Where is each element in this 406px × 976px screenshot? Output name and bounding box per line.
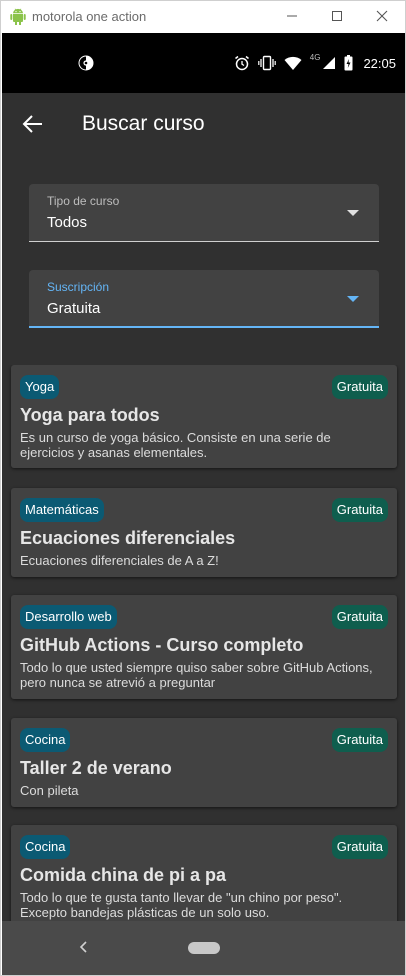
price-chip: Gratuita — [331, 498, 388, 522]
category-chip: Desarrollo web — [20, 605, 117, 629]
course-description: Todo lo que usted siempre quiso saber so… — [20, 660, 373, 690]
status-icons: 4G 22:05 — [234, 53, 396, 73]
price-chip: Gratuita — [331, 835, 388, 859]
course-type-value: Todos — [47, 214, 88, 231]
battery-icon — [344, 55, 353, 71]
price-chip: Gratuita — [331, 375, 388, 399]
network-type: 4G — [309, 52, 321, 62]
category-chip: Cocina — [20, 728, 71, 752]
course-type-label: Tipo de curso — [47, 194, 120, 208]
back-arrow-icon[interactable] — [20, 111, 46, 137]
status-bar: 4G 22:05 — [2, 33, 405, 93]
navigation-bar — [2, 921, 405, 975]
wifi-icon — [284, 56, 302, 70]
subscription-label: Suscripción — [47, 280, 110, 294]
subscription-value: Gratuita — [47, 300, 101, 317]
price-chip: Gratuita — [331, 605, 388, 629]
maximize-icon[interactable] — [325, 5, 349, 27]
course-card[interactable]: Desarrollo web Gratuita GitHub Actions -… — [11, 595, 397, 699]
course-list: Yoga Gratuita Yoga para todos Es un curs… — [2, 365, 405, 921]
course-card[interactable]: Cocina Gratuita Comida china de pi a pa … — [11, 825, 397, 921]
vibrate-icon — [257, 55, 276, 71]
course-title: GitHub Actions - Curso completo — [20, 635, 304, 655]
signal-icon — [323, 57, 336, 69]
dropdown-caret-icon — [347, 210, 359, 216]
category-chip: Matemáticas — [20, 498, 104, 522]
course-card[interactable]: Matemáticas Gratuita Ecuaciones diferenc… — [11, 488, 397, 577]
window-title: motorola one action — [32, 9, 147, 24]
course-title: Yoga para todos — [20, 405, 160, 425]
course-title: Taller 2 de verano — [20, 758, 172, 778]
subscription-select[interactable]: Suscripción Gratuita — [29, 270, 379, 328]
price-chip: Gratuita — [331, 728, 388, 752]
course-card[interactable]: Yoga Gratuita Yoga para todos Es un curs… — [11, 365, 397, 468]
course-description: Es un curso de yoga básico. Consiste en … — [20, 430, 331, 460]
window-titlebar: motorola one action — [1, 1, 405, 32]
android-icon — [10, 8, 26, 25]
course-description: Con pileta — [20, 783, 79, 798]
phone-screen: 4G 22:05 Buscar curso Tipo de curso Todo… — [2, 33, 405, 975]
course-title: Ecuaciones diferenciales — [20, 528, 236, 548]
course-type-select[interactable]: Tipo de curso Todos — [29, 184, 379, 242]
course-title: Comida china de pi a pa — [20, 865, 227, 885]
dropdown-caret-icon — [347, 296, 359, 302]
close-icon[interactable] — [370, 5, 394, 27]
course-description: Todo lo que te gusta tanto llevar de "un… — [20, 890, 343, 920]
course-card[interactable]: Cocina Gratuita Taller 2 de verano Con p… — [11, 718, 397, 807]
nav-back-icon[interactable] — [74, 937, 92, 957]
category-chip: Yoga — [20, 375, 60, 399]
course-description: Ecuaciones diferenciales de A a Z! — [20, 553, 219, 568]
status-time: 22:05 — [363, 55, 396, 71]
page-title: Buscar curso — [82, 112, 205, 135]
alarm-icon — [234, 55, 249, 71]
nav-home-pill[interactable] — [188, 942, 220, 954]
category-chip: Cocina — [20, 835, 71, 859]
app-bar: Buscar curso — [2, 93, 405, 155]
emulator-window: motorola one action 4G 22:05 Buscar curs… — [0, 0, 406, 976]
minimize-icon[interactable] — [280, 5, 304, 27]
app-status-icon — [78, 55, 94, 71]
